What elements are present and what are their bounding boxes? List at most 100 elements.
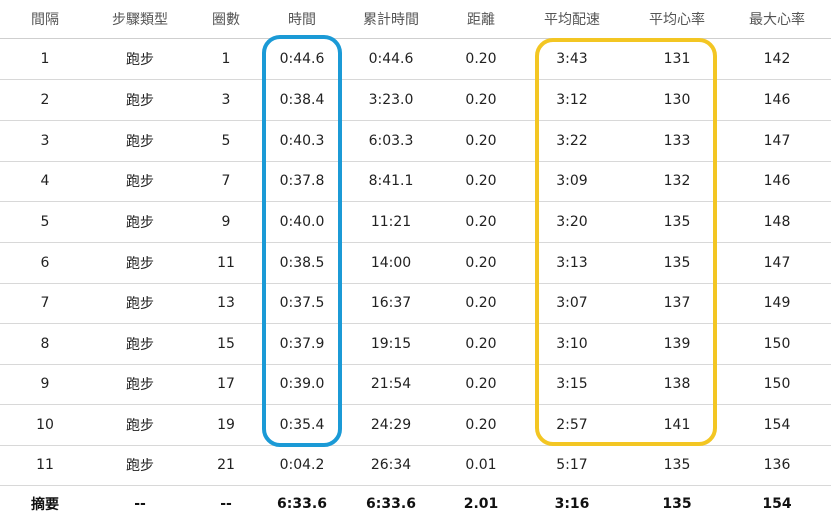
cell-step-type: 跑步 xyxy=(126,133,154,150)
cell-max-hr: 147 xyxy=(763,132,791,149)
cell-interval: 1 xyxy=(40,50,50,67)
cell-laps: 21 xyxy=(217,456,235,473)
cell-step-type: 跑步 xyxy=(126,295,154,312)
summary-max-hr: 154 xyxy=(762,496,792,512)
table-row[interactable]: 2 跑步 3 0:38.4 3:23.0 0.20 3:12 130 146 xyxy=(0,80,831,121)
summary-distance: 2.01 xyxy=(463,496,499,512)
cell-cumulative-time: 11:21 xyxy=(370,213,412,230)
cell-interval: 6 xyxy=(40,254,50,271)
cell-cumulative-time: 24:29 xyxy=(370,416,412,433)
table-row[interactable]: 9 跑步 17 0:39.0 21:54 0.20 3:15 138 150 xyxy=(0,364,831,405)
cell-avg-pace: 3:13 xyxy=(556,254,588,271)
cell-step-type: 跑步 xyxy=(126,336,154,353)
cell-laps: 9 xyxy=(221,213,231,230)
cell-distance: 0.20 xyxy=(465,50,497,67)
cell-step-type: 跑步 xyxy=(126,417,154,434)
cell-avg-pace: 3:20 xyxy=(556,213,588,230)
header-laps[interactable]: 圈數 xyxy=(195,0,257,38)
cell-avg-hr: 133 xyxy=(663,132,691,149)
cell-avg-hr: 141 xyxy=(663,416,691,433)
summary-avg-hr: 135 xyxy=(662,496,692,512)
header-time[interactable]: 時間 xyxy=(262,0,342,38)
header-cumulative-time[interactable]: 累計時間 xyxy=(348,0,434,38)
cell-max-hr: 150 xyxy=(763,335,791,352)
cell-avg-pace: 3:09 xyxy=(556,172,588,189)
header-distance[interactable]: 距離 xyxy=(446,0,516,38)
cell-avg-hr: 131 xyxy=(663,50,691,67)
summary-row: 摘要 -- -- 6:33.6 6:33.6 2.01 3:16 135 154 xyxy=(0,486,831,522)
cell-avg-hr: 138 xyxy=(663,375,691,392)
cell-max-hr: 149 xyxy=(763,294,791,311)
cell-step-type: 跑步 xyxy=(126,51,154,68)
cell-laps: 1 xyxy=(221,50,231,67)
cell-avg-pace: 2:57 xyxy=(556,416,588,433)
cell-laps: 15 xyxy=(217,335,235,352)
cell-interval: 4 xyxy=(40,172,50,189)
summary-interval: 摘要 xyxy=(31,497,59,513)
table-row[interactable]: 10 跑步 19 0:35.4 24:29 0.20 2:57 141 154 xyxy=(0,405,831,446)
cell-time: 0:37.8 xyxy=(279,172,325,189)
cell-max-hr: 142 xyxy=(763,50,791,67)
header-avg-hr[interactable]: 平均心率 xyxy=(628,0,726,38)
cell-step-type: 跑步 xyxy=(126,457,154,474)
cell-time: 0:39.0 xyxy=(279,375,325,392)
cell-cumulative-time: 19:15 xyxy=(370,335,412,352)
table-header: 間隔 步驟類型 圈數 時間 累計時間 距離 平均配速 平均心率 最大心率 xyxy=(0,0,831,39)
cell-avg-hr: 135 xyxy=(663,456,691,473)
table-row[interactable]: 1 跑步 1 0:44.6 0:44.6 0.20 3:43 131 142 xyxy=(0,39,831,80)
table-row[interactable]: 11 跑步 21 0:04.2 26:34 0.01 5:17 135 136 xyxy=(0,445,831,486)
cell-time: 0:37.9 xyxy=(279,335,325,352)
cell-step-type: 跑步 xyxy=(126,376,154,393)
cell-laps: 13 xyxy=(217,294,235,311)
cell-time: 0:40.3 xyxy=(279,132,325,149)
header-step-type[interactable]: 步驟類型 xyxy=(95,0,185,38)
cell-avg-pace: 3:22 xyxy=(556,132,588,149)
cell-distance: 0.20 xyxy=(465,172,497,189)
cell-interval: 2 xyxy=(40,91,50,108)
table-row[interactable]: 7 跑步 13 0:37.5 16:37 0.20 3:07 137 149 xyxy=(0,283,831,324)
cell-max-hr: 150 xyxy=(763,375,791,392)
cell-avg-pace: 3:43 xyxy=(556,50,588,67)
header-avg-pace[interactable]: 平均配速 xyxy=(530,0,614,38)
cell-avg-hr: 137 xyxy=(663,294,691,311)
cell-cumulative-time: 14:00 xyxy=(370,254,412,271)
cell-step-type: 跑步 xyxy=(126,173,154,190)
cell-distance: 0.20 xyxy=(465,91,497,108)
table-row[interactable]: 8 跑步 15 0:37.9 19:15 0.20 3:10 139 150 xyxy=(0,324,831,365)
table-row[interactable]: 6 跑步 11 0:38.5 14:00 0.20 3:13 135 147 xyxy=(0,243,831,284)
table-row[interactable]: 5 跑步 9 0:40.0 11:21 0.20 3:20 135 148 xyxy=(0,202,831,243)
cell-max-hr: 147 xyxy=(763,254,791,271)
cell-avg-pace: 3:12 xyxy=(556,91,588,108)
cell-avg-hr: 135 xyxy=(663,254,691,271)
cell-laps: 11 xyxy=(217,254,235,271)
cell-cumulative-time: 0:44.6 xyxy=(368,50,414,67)
header-interval[interactable]: 間隔 xyxy=(8,0,82,38)
cell-time: 0:44.6 xyxy=(279,50,325,67)
cell-max-hr: 146 xyxy=(763,91,791,108)
laps-table: 間隔 步驟類型 圈數 時間 累計時間 距離 平均配速 平均心率 最大心率 1 跑步… xyxy=(0,0,831,522)
cell-distance: 0.20 xyxy=(465,416,497,433)
table-row[interactable]: 4 跑步 7 0:37.8 8:41.1 0.20 3:09 132 146 xyxy=(0,161,831,202)
cell-avg-hr: 139 xyxy=(663,335,691,352)
summary-avg-pace: 3:16 xyxy=(554,496,590,512)
summary-laps: -- xyxy=(220,496,232,512)
cell-step-type: 跑步 xyxy=(126,255,154,272)
cell-cumulative-time: 6:03.3 xyxy=(368,132,414,149)
cell-distance: 0.01 xyxy=(465,456,497,473)
cell-step-type: 跑步 xyxy=(126,214,154,231)
cell-distance: 0.20 xyxy=(465,213,497,230)
cell-avg-hr: 135 xyxy=(663,213,691,230)
cell-distance: 0.20 xyxy=(465,294,497,311)
cell-interval: 3 xyxy=(40,132,50,149)
cell-laps: 19 xyxy=(217,416,235,433)
cell-distance: 0.20 xyxy=(465,375,497,392)
cell-laps: 3 xyxy=(221,91,231,108)
cell-cumulative-time: 21:54 xyxy=(370,375,412,392)
cell-distance: 0.20 xyxy=(465,335,497,352)
header-max-hr[interactable]: 最大心率 xyxy=(736,0,818,38)
cell-max-hr: 136 xyxy=(763,456,791,473)
table-row[interactable]: 3 跑步 5 0:40.3 6:03.3 0.20 3:22 133 147 xyxy=(0,121,831,162)
cell-interval: 9 xyxy=(40,375,50,392)
cell-laps: 7 xyxy=(221,172,231,189)
cell-laps: 5 xyxy=(221,132,231,149)
